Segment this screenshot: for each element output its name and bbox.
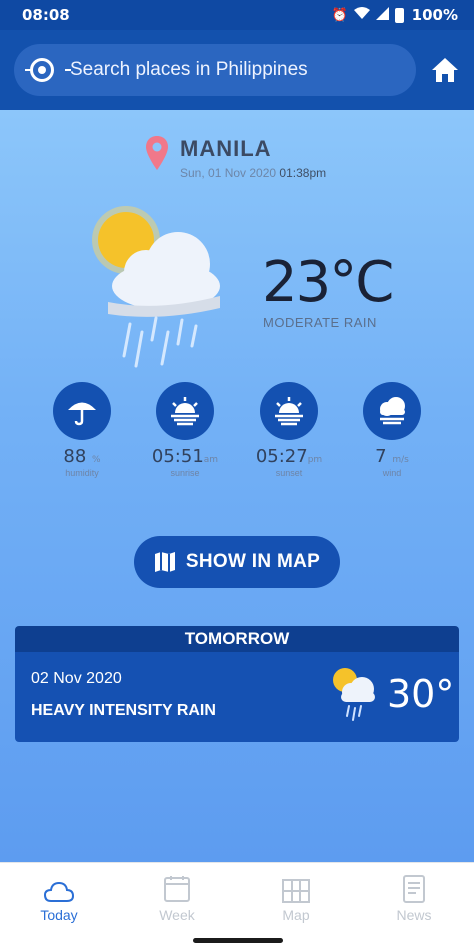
stat-label: sunset [275,468,303,478]
tab-label: Today [40,907,78,923]
alarm-icon: ⏰ [331,7,348,23]
location-block: MANILA Sun, 01 Nov 2020 01:38pm [146,136,326,180]
map-icon [282,879,310,903]
location-date: Sun, 01 Nov 2020 01:38pm [180,166,326,180]
status-icons: ⏰ 100% [331,6,458,24]
stat-label: wind [382,468,402,478]
stats-row: 88 % humidity 05:51am sunrise 05:27pm su… [0,382,474,482]
battery-icon [394,7,404,23]
status-bar: 08:08 ⏰ 100% [0,0,474,30]
calendar-icon [164,876,190,902]
tomorrow-condition: HEAVY INTENSITY RAIN [31,702,216,719]
battery-level: 100% [411,6,458,24]
stat-value: 7 [375,446,387,467]
tab-label: Week [159,907,195,923]
stat-sunset: 05:27pm sunset [249,382,329,478]
stat-label: sunrise [170,468,200,478]
show-in-map-label: SHOW IN MAP [185,551,321,572]
city-name: MANILA [180,136,272,161]
stat-sunrise: 05:51am sunrise [145,382,225,478]
time-text: 01:38pm [279,166,327,180]
main-panel: MANILA Sun, 01 Nov 2020 01:38pm 23°C MOD… [0,110,474,862]
stat-unit: m/s [392,455,409,465]
bottom-navigation: Today Week Map News [0,862,474,948]
header: Search places in Philippines [0,30,474,110]
signal-icon [375,6,389,24]
tomorrow-date: 02 Nov 2020 [31,670,122,687]
search-placeholder: Search places in Philippines [70,59,308,80]
stat-unit: pm [307,455,323,465]
sunset-icon [260,382,318,440]
map-icon [154,552,175,572]
stat-wind: 7 m/s wind [352,382,432,478]
stat-value: 05:27 [255,446,308,467]
wind-cloud-icon [363,382,421,440]
tomorrow-title: TOMORROW [15,626,459,652]
tomorrow-temperature: 30° [387,672,455,716]
sun-cloud-rain-icon [333,668,375,721]
cloud-icon [44,881,74,902]
search-input[interactable]: Search places in Philippines [14,44,416,96]
tab-week[interactable]: Week [137,869,217,923]
tab-today[interactable]: Today [19,869,99,923]
stat-label: humidity [65,468,99,478]
tomorrow-body: 02 Nov 2020 HEAVY INTENSITY RAIN 30° [15,652,459,742]
tab-news[interactable]: News [374,869,454,923]
tab-label: Map [282,907,310,923]
locate-icon[interactable] [25,58,71,82]
wifi-icon [353,6,370,24]
date-text: Sun, 01 Nov 2020 [180,166,277,180]
gesture-bar [193,938,283,943]
tab-label: News [396,907,432,923]
tomorrow-card[interactable]: TOMORROW 02 Nov 2020 HEAVY INTENSITY RAI… [15,626,459,742]
tab-map[interactable]: Map [256,869,336,923]
news-icon [403,875,425,903]
location-pin-icon [146,136,168,170]
current-temperature: 23°C [262,250,394,315]
stat-value: 88 [63,446,87,467]
stat-unit: % [92,455,101,465]
sun-cloud-rain-icon [92,206,220,368]
current-condition: MODERATE RAIN [263,315,377,330]
show-in-map-button[interactable]: SHOW IN MAP [134,536,340,588]
stat-value: 05:51 [151,446,204,467]
status-time: 08:08 [22,6,70,24]
stat-humidity: 88 % humidity [42,382,122,478]
sunrise-icon [156,382,214,440]
home-icon[interactable] [430,56,460,84]
umbrella-icon [53,382,111,440]
stat-unit: am [203,455,219,465]
